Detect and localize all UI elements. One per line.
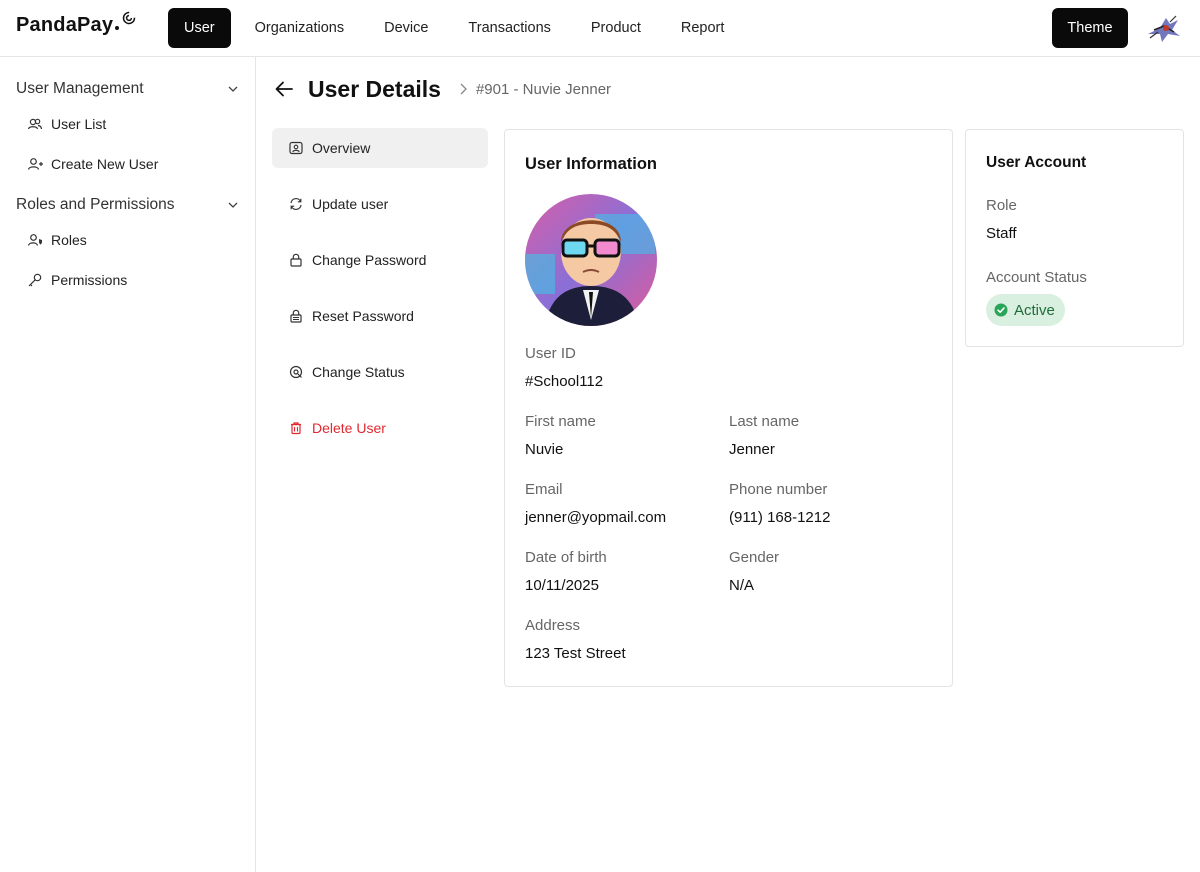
lock-icon — [288, 252, 304, 268]
breadcrumb: #901 - Nuvie Jenner — [475, 80, 612, 98]
sidebar-item-label: User List — [51, 116, 107, 132]
address-value: 123 Test Street — [525, 645, 626, 662]
theme-button[interactable]: Theme — [1052, 8, 1128, 48]
sidebar-group-user-management[interactable]: User Management — [16, 77, 240, 101]
user-id-label: User ID — [525, 345, 576, 362]
chevron-right-icon — [457, 82, 471, 96]
card-title: User Account — [986, 154, 1087, 171]
back-arrow-icon[interactable] — [272, 77, 296, 101]
user-plus-icon — [26, 155, 44, 173]
email-value: jenner@yopmail.com — [525, 509, 667, 526]
trash-icon — [288, 420, 304, 436]
action-label: Change Password — [312, 252, 427, 268]
sidebar: User Management User List Create New Use… — [0, 57, 256, 872]
action-label: Delete User — [312, 420, 386, 436]
check-circle-icon — [994, 303, 1008, 317]
page-title: User Details — [308, 76, 441, 102]
refresh-icon — [288, 196, 304, 212]
action-change-status[interactable]: Change Status — [272, 352, 488, 392]
brand-name: PandaPay — [16, 14, 114, 36]
action-change-password[interactable]: Change Password — [272, 240, 488, 280]
profile-photo — [525, 194, 657, 326]
dob-value: 10/11/2025 — [525, 577, 599, 594]
action-reset-password[interactable]: Reset Password — [272, 296, 488, 336]
lock-reset-icon — [288, 308, 304, 324]
top-navigation-bar: PandaPay User Organizations Device Trans… — [0, 0, 1200, 57]
phone-label: Phone number — [729, 481, 828, 498]
dob-label: Date of birth — [525, 549, 607, 566]
first-name-value: Nuvie — [525, 441, 564, 458]
status-icon — [288, 364, 304, 380]
action-overview[interactable]: Overview — [272, 128, 488, 168]
user-information-card: User Information User ID #School112 Firs… — [504, 129, 953, 687]
sidebar-item-label: Permissions — [51, 272, 128, 288]
chevron-down-icon — [228, 202, 238, 208]
nav-report[interactable]: Report — [665, 8, 741, 48]
main-nav: User Organizations Device Transactions P… — [168, 8, 748, 48]
email-label: Email — [525, 481, 563, 498]
sidebar-group-title: Roles and Permissions — [16, 196, 175, 213]
gender-value: N/A — [729, 577, 755, 594]
status-text: Active — [1014, 301, 1055, 319]
page-header: User Details #901 - Nuvie Jenner — [272, 74, 611, 104]
nav-product[interactable]: Product — [575, 8, 657, 48]
sidebar-item-roles[interactable]: Roles — [26, 229, 87, 251]
user-id-value: #School112 — [525, 373, 604, 390]
user-account-card: User Account Role Staff Account Status A… — [965, 129, 1184, 347]
action-label: Change Status — [312, 364, 405, 380]
sidebar-item-create-new-user[interactable]: Create New User — [26, 153, 158, 175]
users-icon — [26, 115, 44, 133]
action-label: Overview — [312, 140, 371, 156]
nav-user[interactable]: User — [168, 8, 231, 48]
nav-device[interactable]: Device — [368, 8, 444, 48]
brand-logo[interactable]: PandaPay — [16, 11, 136, 40]
last-name-value: Jenner — [729, 441, 775, 458]
chevron-down-icon — [228, 86, 238, 92]
user-shield-icon — [26, 231, 44, 249]
sidebar-item-permissions[interactable]: Permissions — [26, 269, 127, 291]
brand-swirl-icon — [122, 11, 136, 25]
status-badge: Active — [986, 294, 1065, 326]
role-label: Role — [986, 197, 1017, 214]
nav-transactions[interactable]: Transactions — [452, 8, 566, 48]
last-name-label: Last name — [729, 413, 800, 430]
sidebar-item-label: Roles — [51, 232, 87, 248]
brand-dot — [115, 26, 120, 30]
user-card-icon — [288, 140, 304, 156]
account-status-label: Account Status — [986, 269, 1087, 286]
address-label: Address — [525, 617, 581, 634]
action-delete-user[interactable]: Delete User — [272, 408, 488, 448]
first-name-label: First name — [525, 413, 596, 430]
action-label: Reset Password — [312, 308, 414, 324]
sidebar-group-roles-permissions[interactable]: Roles and Permissions — [16, 193, 240, 217]
profile-photo-image — [525, 194, 657, 326]
sidebar-item-label: Create New User — [51, 156, 159, 172]
sidebar-group-title: User Management — [16, 80, 144, 97]
phone-value: (911) 168-1212 — [729, 509, 831, 526]
key-icon — [26, 271, 44, 289]
action-update-user[interactable]: Update user — [272, 184, 488, 224]
sidebar-item-user-list[interactable]: User List — [26, 113, 106, 135]
gender-label: Gender — [729, 549, 780, 566]
user-avatar[interactable] — [1144, 10, 1182, 46]
role-value: Staff — [986, 225, 1017, 242]
card-title: User Information — [525, 155, 658, 173]
nav-organizations[interactable]: Organizations — [239, 8, 360, 48]
action-label: Update user — [312, 196, 389, 212]
